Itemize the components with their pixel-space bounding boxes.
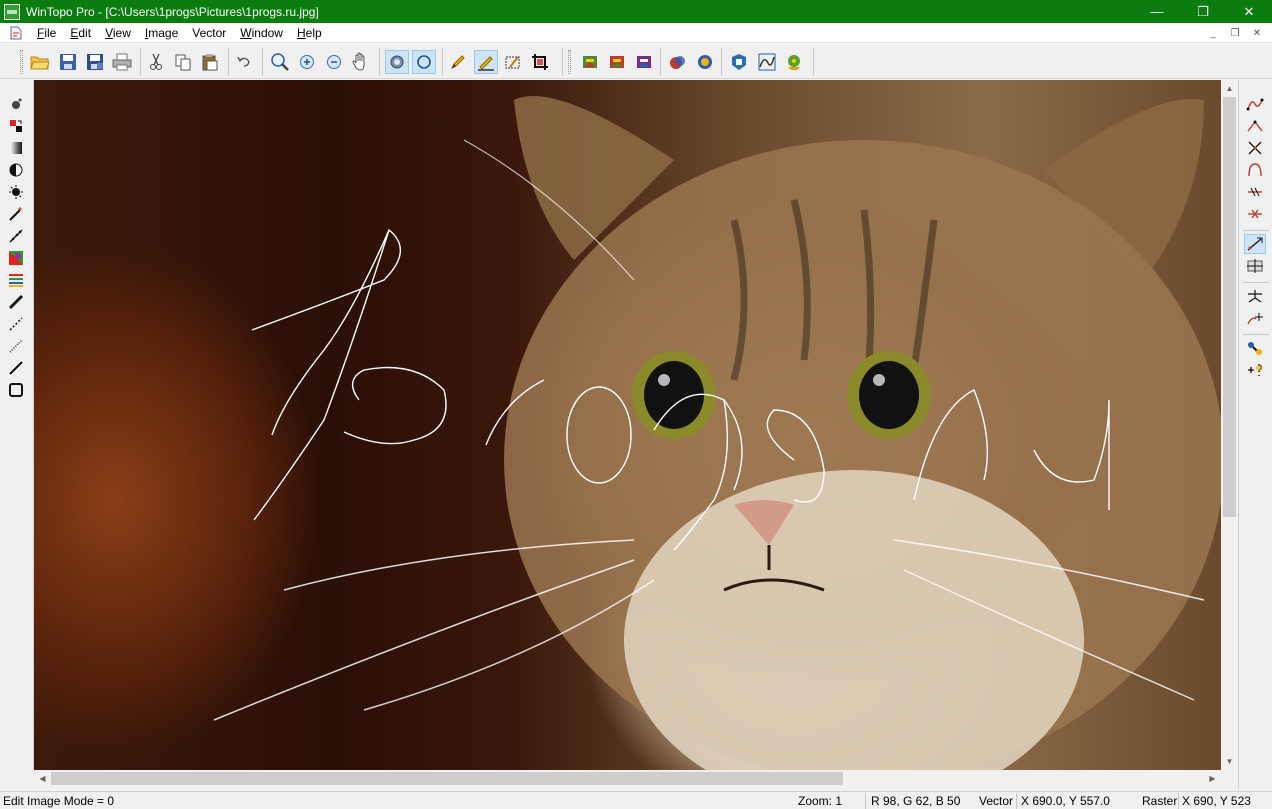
vector-polyline-icon[interactable]	[1244, 116, 1266, 136]
crop-area-icon[interactable]	[501, 50, 525, 74]
app-logo-icon	[4, 3, 20, 20]
restore-button[interactable]: ❐	[1180, 0, 1226, 23]
raster-coordinates: X 690, Y 523	[1182, 794, 1251, 808]
vector-coordinates: X 690.0, Y 557.0	[1021, 794, 1110, 808]
layer-1-icon[interactable]	[578, 50, 602, 74]
zoom-out-icon[interactable]	[322, 50, 346, 74]
copy-icon[interactable]	[171, 50, 195, 74]
dotted-line-icon[interactable]	[5, 336, 27, 356]
toolbar-grip[interactable]	[20, 50, 23, 74]
layer-5-icon[interactable]	[693, 50, 717, 74]
magic-wand-icon[interactable]	[5, 204, 27, 224]
layer-4-icon[interactable]	[666, 50, 690, 74]
menu-bar: File Edit View Image Vector Window Help …	[0, 23, 1272, 43]
pan-hand-icon[interactable]	[349, 50, 373, 74]
open-icon[interactable]	[28, 50, 52, 74]
layer-3-icon[interactable]	[632, 50, 656, 74]
crop-icon[interactable]	[528, 50, 552, 74]
print-icon[interactable]	[110, 50, 134, 74]
undo-icon[interactable]	[232, 50, 256, 74]
vector-label: Vector	[979, 794, 1014, 808]
color-layers-icon[interactable]	[5, 270, 27, 290]
pencil-icon[interactable]	[446, 50, 470, 74]
vector-delete-icon[interactable]	[1244, 204, 1266, 224]
zoom-status: Zoom: 1	[798, 794, 843, 808]
zoom-icon[interactable]	[268, 50, 292, 74]
dashed-line-icon[interactable]	[5, 314, 27, 334]
title-bar: WinTopo Pro - [C:\Users\1progs\Pictures\…	[0, 0, 1272, 23]
edit-mode-status: Edit Image Mode = 0	[3, 794, 115, 808]
menu-window[interactable]: Window	[233, 23, 290, 43]
close-button[interactable]: ✕	[1226, 0, 1272, 23]
scroll-down-arrow-icon[interactable]: ▼	[1221, 753, 1238, 770]
vertical-scrollbar[interactable]: ▲ ▼	[1221, 80, 1238, 770]
thick-line-icon[interactable]	[5, 292, 27, 312]
menu-image[interactable]: Image	[138, 23, 185, 43]
vector-curve-icon[interactable]	[1244, 94, 1266, 114]
menu-view[interactable]: View	[98, 23, 138, 43]
right-tool-panel	[1238, 80, 1272, 789]
vector-view-icon[interactable]	[412, 50, 436, 74]
plugin-icon[interactable]	[782, 50, 806, 74]
mdi-restore-button[interactable]: ❐	[1224, 28, 1246, 39]
paste-icon[interactable]	[198, 50, 222, 74]
toolbar-grip[interactable]	[568, 50, 571, 74]
vector-add-node-icon[interactable]	[1244, 308, 1266, 328]
vector-select-icon[interactable]	[1244, 234, 1266, 254]
document-app-icon[interactable]	[8, 25, 24, 41]
window-controls: — ❐ ✕	[1134, 0, 1272, 23]
scroll-left-arrow-icon[interactable]: ◀	[34, 770, 51, 787]
cut-icon[interactable]	[144, 50, 168, 74]
cat-photo	[34, 80, 1221, 770]
minimize-button[interactable]: —	[1134, 0, 1180, 23]
menu-help[interactable]: Help	[290, 23, 329, 43]
trace-line-icon[interactable]	[474, 50, 498, 74]
vector-node-icon[interactable]	[1244, 286, 1266, 306]
vertical-scroll-thumb[interactable]	[1223, 97, 1236, 517]
mdi-controls: _ ❐ ✕	[1202, 23, 1268, 43]
status-bar: Edit Image Mode = 0 Zoom: 1 R 98, G 62, …	[0, 791, 1272, 809]
vector-join-icon[interactable]	[1244, 182, 1266, 202]
main-toolbar	[0, 44, 1272, 79]
mdi-close-button[interactable]: ✕	[1246, 28, 1268, 39]
settings-icon[interactable]	[727, 50, 751, 74]
vector-info-icon[interactable]	[1244, 360, 1266, 380]
window-title: WinTopo Pro - [C:\Users\1progs\Pictures\…	[26, 4, 319, 19]
color-swap-icon[interactable]	[5, 116, 27, 136]
horizontal-scrollbar[interactable]: ◀ ▶	[34, 770, 1221, 787]
thin-lines-icon[interactable]	[5, 226, 27, 246]
menu-file[interactable]: File	[30, 23, 63, 43]
raster-label: Raster	[1142, 794, 1178, 808]
horizontal-scroll-thumb[interactable]	[51, 772, 843, 785]
brightness-icon[interactable]	[5, 182, 27, 202]
mdi-minimize-button[interactable]: _	[1202, 28, 1224, 39]
raster-view-icon[interactable]	[385, 50, 409, 74]
zoom-in-icon[interactable]	[295, 50, 319, 74]
contrast-icon[interactable]	[5, 160, 27, 180]
left-tool-panel	[0, 80, 34, 769]
solid-line-icon[interactable]	[5, 358, 27, 378]
layer-2-icon[interactable]	[605, 50, 629, 74]
save-as-icon[interactable]	[83, 50, 107, 74]
batch-icon[interactable]	[755, 50, 779, 74]
rgb-status: R 98, G 62, B 50	[871, 794, 961, 808]
frame-icon[interactable]	[5, 380, 27, 400]
menu-vector[interactable]: Vector	[185, 23, 233, 43]
vector-cross-icon[interactable]	[1244, 138, 1266, 158]
dot-filter-icon[interactable]	[5, 94, 27, 114]
vector-color-icon[interactable]	[1244, 338, 1266, 358]
scroll-up-arrow-icon[interactable]: ▲	[1221, 80, 1238, 97]
image-canvas[interactable]	[34, 80, 1221, 770]
scroll-right-arrow-icon[interactable]: ▶	[1204, 770, 1221, 787]
save-icon[interactable]	[56, 50, 80, 74]
menu-edit[interactable]: Edit	[63, 23, 98, 43]
vector-loop-icon[interactable]	[1244, 160, 1266, 180]
vector-grid-icon[interactable]	[1244, 256, 1266, 276]
gradient-icon[interactable]	[5, 138, 27, 158]
color-reduce-icon[interactable]	[5, 248, 27, 268]
